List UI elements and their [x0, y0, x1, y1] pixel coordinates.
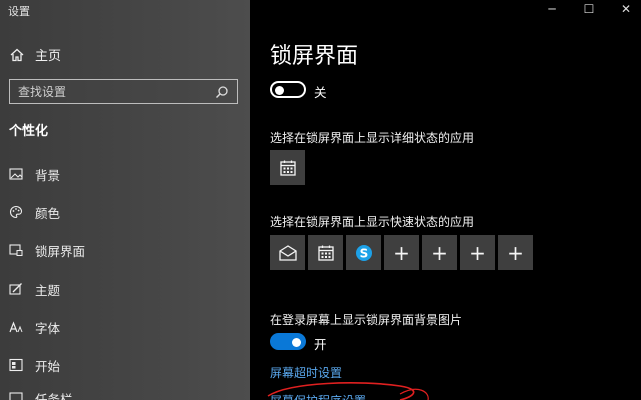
- quick-status-tile-add[interactable]: +: [422, 235, 457, 270]
- sidebar-item-background[interactable]: 背景: [9, 162, 239, 186]
- toggle-knob: [275, 85, 284, 95]
- sidebar-item-label: 锁屏界面: [35, 243, 86, 259]
- sidebar-item-fonts[interactable]: 字体: [9, 315, 239, 339]
- sidebar-item-taskbar[interactable]: 任务栏: [9, 386, 239, 400]
- plus-icon: +: [469, 240, 486, 265]
- skype-icon: S: [355, 244, 372, 261]
- sidebar-item-lock-screen[interactable]: 锁屏界面: [9, 238, 239, 262]
- screen-timeout-link[interactable]: 屏幕超时设置: [270, 364, 342, 381]
- quick-status-tile-mail[interactable]: [270, 235, 305, 270]
- plus-icon: +: [431, 240, 448, 265]
- font-icon: [9, 321, 23, 333]
- plus-icon: +: [507, 240, 524, 265]
- sidebar: 设置 主页 查找设置 个性化 背景 颜色 锁屏界面 主题 字体 开始 任务栏: [0, 0, 250, 400]
- login-background-heading: 在登录屏幕上显示锁屏界面背景图片: [270, 313, 463, 327]
- maximize-button[interactable]: ☐: [580, 2, 598, 16]
- sidebar-item-label: 开始: [35, 358, 61, 374]
- screensaver-link[interactable]: 屏幕保护程序设置: [270, 392, 366, 400]
- sidebar-item-label: 背景: [35, 167, 61, 183]
- picture-icon: [9, 168, 23, 180]
- main-content: ─ ☐ ✕ 锁屏界面 关 选择在锁屏界面上显示详细状态的应用 选择在锁屏界面上显…: [250, 0, 641, 400]
- window-title: 设置: [8, 5, 30, 18]
- skype-letter: S: [359, 246, 368, 260]
- sidebar-item-label: 字体: [35, 320, 61, 336]
- sidebar-item-label: 主题: [35, 282, 61, 298]
- sidebar-item-label: 颜色: [35, 205, 61, 221]
- mail-icon: [278, 244, 297, 261]
- quick-status-tile-skype[interactable]: S: [346, 235, 381, 270]
- minimize-button[interactable]: ─: [543, 2, 561, 16]
- quick-status-tile-calendar[interactable]: [308, 235, 343, 270]
- calendar-icon: [279, 160, 296, 176]
- toggle-state-label: 关: [314, 85, 327, 100]
- quick-status-heading: 选择在锁屏界面上显示快速状态的应用: [270, 215, 475, 229]
- plus-icon: +: [393, 240, 410, 265]
- close-button[interactable]: ✕: [617, 2, 635, 16]
- lock-screen-icon: [9, 244, 23, 256]
- start-icon: [9, 358, 23, 372]
- toggle-knob: [292, 337, 301, 347]
- home-label: 主页: [35, 49, 62, 64]
- detailed-status-heading: 选择在锁屏界面上显示详细状态的应用: [270, 131, 475, 145]
- detailed-status-app-tile[interactable]: [270, 150, 305, 185]
- sidebar-item-start[interactable]: 开始: [9, 353, 239, 377]
- quick-status-tile-add[interactable]: +: [384, 235, 419, 270]
- home-nav-item[interactable]: 主页: [9, 45, 61, 64]
- sidebar-item-themes[interactable]: 主题: [9, 277, 239, 301]
- lock-screen-toggle[interactable]: [270, 81, 306, 98]
- quick-status-tile-add[interactable]: +: [498, 235, 533, 270]
- sidebar-item-colors[interactable]: 颜色: [9, 200, 239, 224]
- home-icon: [10, 48, 24, 61]
- calendar-icon: [317, 245, 334, 261]
- brush-icon: [9, 283, 22, 295]
- page-title: 锁屏界面: [270, 44, 359, 69]
- search-input[interactable]: 查找设置: [9, 79, 238, 104]
- login-background-toggle[interactable]: [270, 333, 306, 350]
- section-title: 个性化: [9, 124, 49, 139]
- search-placeholder: 查找设置: [18, 85, 67, 99]
- palette-icon: [10, 205, 23, 219]
- sidebar-item-label: 任务栏: [35, 391, 73, 400]
- search-icon: [216, 85, 228, 98]
- taskbar-icon: [9, 392, 23, 400]
- toggle-state-label: 开: [314, 337, 327, 352]
- quick-status-tile-add[interactable]: +: [460, 235, 495, 270]
